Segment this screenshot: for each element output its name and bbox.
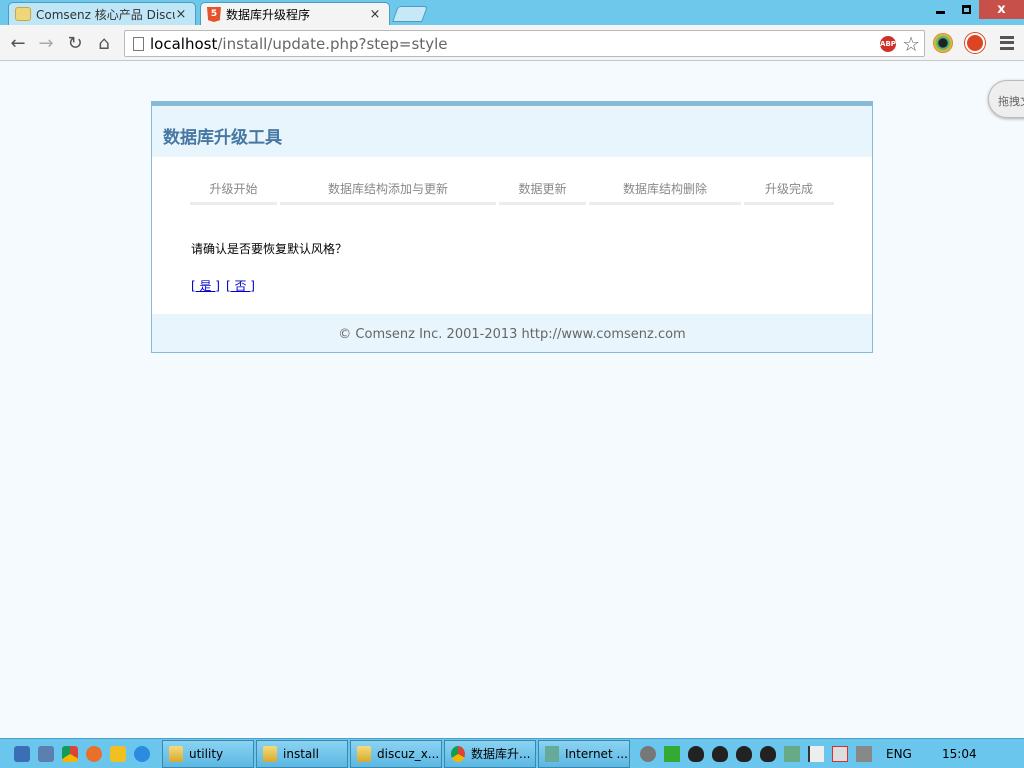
- chrome-quicklaunch-icon[interactable]: [58, 740, 82, 768]
- discuz-favicon-icon: [15, 7, 31, 21]
- page-title: 数据库升级工具: [163, 128, 282, 148]
- step-data-update: 数据更新: [499, 179, 586, 205]
- address-bar[interactable]: localhost/install/update.php?step=style …: [124, 30, 925, 57]
- volume-icon[interactable]: [856, 745, 872, 762]
- ie-quicklaunch-icon[interactable]: [130, 740, 154, 768]
- window-controls: x: [927, 0, 1024, 19]
- input-language[interactable]: ENG: [886, 747, 934, 761]
- taskbar-item-internet[interactable]: Internet ...: [538, 739, 630, 768]
- safely-remove-icon[interactable]: [784, 745, 800, 762]
- reload-icon[interactable]: ↻: [64, 32, 86, 54]
- taskbar-item-utility[interactable]: utility: [162, 739, 254, 768]
- qq-icon[interactable]: [736, 745, 752, 762]
- adblock-icon[interactable]: ABP: [880, 36, 896, 52]
- page-viewport: 拖拽文 数据库升级工具 升级开始 数据库结构添加与更新 数据更新 数据库结构删除…: [0, 62, 1024, 738]
- network-status-icon[interactable]: [832, 745, 848, 762]
- step-structure-delete: 数据库结构删除: [589, 179, 741, 205]
- ie-tab-quicklaunch-icon[interactable]: [106, 740, 130, 768]
- tab-title: Comsenz 核心产品 Discu: [36, 7, 175, 22]
- page-footer: © Comsenz Inc. 2001-2013 http://www.coms…: [152, 314, 872, 352]
- step-upgrade-start: 升级开始: [190, 179, 277, 205]
- tray-app-icon[interactable]: [640, 745, 656, 762]
- clock[interactable]: 15:04: [942, 747, 990, 761]
- home-icon[interactable]: ⌂: [93, 32, 115, 54]
- no-link[interactable]: [ 否 ]: [226, 279, 255, 293]
- qq-icon[interactable]: [688, 745, 704, 762]
- url-text[interactable]: localhost/install/update.php?step=style: [150, 35, 447, 53]
- stop-extension-icon[interactable]: [965, 33, 985, 53]
- system-tray: [636, 745, 876, 762]
- tab-close-icon[interactable]: ×: [369, 7, 381, 22]
- minimize-icon: [935, 11, 945, 14]
- show-desktop-icon[interactable]: [10, 740, 34, 768]
- qq-icon[interactable]: [760, 745, 776, 762]
- action-center-flag-icon[interactable]: [808, 745, 824, 762]
- confirm-question: 请确认是否要恢复默认风格？: [191, 242, 348, 256]
- restore-button[interactable]: [953, 0, 979, 19]
- taskbar-item-chrome[interactable]: 数据库升...: [444, 739, 536, 768]
- chrome-icon: [451, 745, 465, 762]
- browser-toolbar: ← → ↻ ⌂ localhost/install/update.php?ste…: [0, 25, 1024, 61]
- windows-taskbar: utility install discuz_x... 数据库升... Inte…: [0, 738, 1024, 768]
- html5-favicon-icon: 5: [207, 7, 221, 22]
- network-computer-icon[interactable]: [34, 740, 58, 768]
- taskbar-item-discuz[interactable]: discuz_x...: [350, 739, 442, 768]
- extension-icon[interactable]: [933, 33, 953, 53]
- bookmark-star-icon[interactable]: ☆: [902, 32, 920, 56]
- firefox-quicklaunch-icon[interactable]: [82, 740, 106, 768]
- restore-icon: [961, 5, 971, 14]
- minimize-button[interactable]: [927, 0, 953, 19]
- close-window-button[interactable]: x: [979, 0, 1024, 19]
- step-upgrade-complete: 升级完成: [744, 179, 834, 205]
- folder-icon: [357, 745, 371, 762]
- step-structure-update: 数据库结构添加与更新: [280, 179, 496, 205]
- confirm-section: 请确认是否要恢复默认风格？ [ 是 ] [ 否 ]: [191, 240, 347, 294]
- new-tab-button[interactable]: [392, 6, 428, 22]
- step-list: 升级开始 数据库结构添加与更新 数据更新 数据库结构删除 升级完成: [190, 179, 837, 205]
- tab-close-icon[interactable]: ×: [175, 7, 187, 22]
- tab-title: 数据库升级程序: [226, 8, 311, 22]
- tray-security-icon[interactable]: [664, 745, 680, 762]
- tab-db-upgrade[interactable]: 5 数据库升级程序 ×: [200, 2, 390, 26]
- chrome-menu-icon[interactable]: [998, 33, 1016, 53]
- page-icon: [133, 36, 144, 51]
- upgrade-panel: 数据库升级工具 升级开始 数据库结构添加与更新 数据更新 数据库结构删除 升级完…: [151, 101, 873, 353]
- forward-arrow-icon[interactable]: →: [35, 32, 57, 54]
- drag-cloud-widget[interactable]: 拖拽文: [988, 80, 1024, 118]
- qq-icon[interactable]: [712, 745, 728, 762]
- back-arrow-icon[interactable]: ←: [7, 32, 29, 54]
- taskbar-item-install[interactable]: install: [256, 739, 348, 768]
- browser-titlebar: Comsenz 核心产品 Discu × 5 数据库升级程序 × x: [0, 0, 1024, 26]
- folder-icon: [169, 745, 183, 762]
- yes-link[interactable]: [ 是 ]: [191, 279, 220, 293]
- panel-header: 数据库升级工具: [152, 106, 872, 157]
- internet-icon: [545, 745, 559, 762]
- folder-icon: [263, 745, 277, 762]
- tab-comsenz[interactable]: Comsenz 核心产品 Discu ×: [8, 2, 196, 25]
